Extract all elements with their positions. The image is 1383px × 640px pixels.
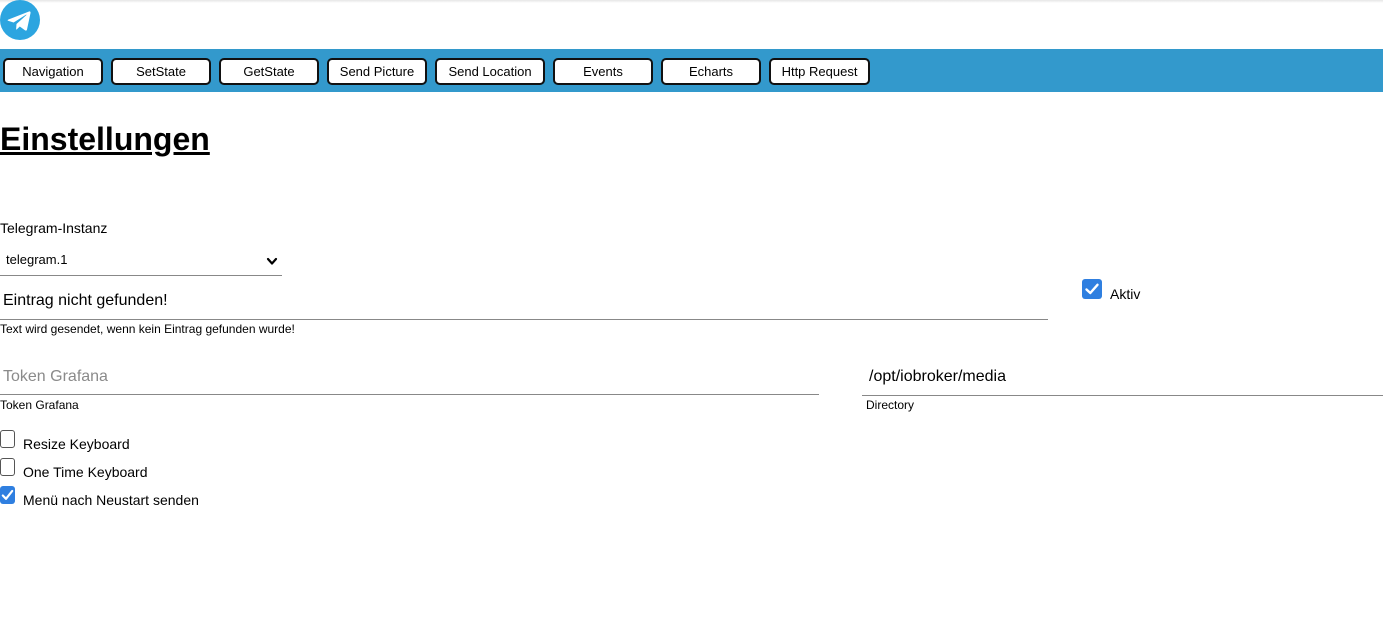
top-shadow [0, 0, 1383, 3]
instance-select-value: telegram.1 [6, 252, 68, 267]
nav-button-setstate[interactable]: SetState [111, 58, 211, 85]
not-found-text-field[interactable]: Eintrag nicht gefunden! [0, 282, 1048, 320]
nav-button-getstate[interactable]: GetState [219, 58, 319, 85]
aktiv-checkbox[interactable] [1082, 279, 1102, 299]
nav-button-navigation[interactable]: Navigation [3, 58, 103, 85]
nav-button-echarts[interactable]: Echarts [661, 58, 761, 85]
checkmark-icon [1085, 283, 1099, 295]
telegram-logo-icon [0, 0, 40, 40]
checkmark-icon [1, 489, 14, 500]
navigation-bar: Navigation SetState GetState Send Pictur… [0, 49, 1383, 92]
directory-helper-text: Directory [866, 398, 915, 412]
token-grafana-field[interactable]: Token Grafana [0, 358, 819, 395]
directory-field[interactable]: /opt/iobroker/media [862, 358, 1383, 396]
chevron-down-icon [266, 254, 278, 266]
directory-value: /opt/iobroker/media [869, 368, 1006, 385]
menu-restart-label: Menü nach Neustart senden [23, 492, 199, 508]
instance-label: Telegram-Instanz [0, 220, 108, 236]
token-grafana-helper-text: Token Grafana [0, 398, 79, 412]
token-grafana-placeholder: Token Grafana [3, 368, 108, 385]
one-time-keyboard-label: One Time Keyboard [23, 464, 148, 480]
not-found-text-value: Eintrag nicht gefunden! [3, 292, 168, 309]
page-title: Einstellungen [0, 121, 210, 157]
nav-button-send-picture[interactable]: Send Picture [327, 58, 427, 85]
aktiv-label: Aktiv [1110, 286, 1141, 302]
nav-button-http-request[interactable]: Http Request [769, 58, 870, 85]
instance-select[interactable]: telegram.1 [0, 246, 282, 276]
nav-button-send-location[interactable]: Send Location [435, 58, 545, 85]
resize-keyboard-checkbox[interactable] [0, 430, 15, 448]
menu-restart-checkbox[interactable] [0, 486, 15, 504]
nav-button-events[interactable]: Events [553, 58, 653, 85]
not-found-helper-text: Text wird gesendet, wenn kein Eintrag ge… [0, 322, 295, 336]
resize-keyboard-label: Resize Keyboard [23, 436, 130, 452]
one-time-keyboard-checkbox[interactable] [0, 458, 15, 476]
